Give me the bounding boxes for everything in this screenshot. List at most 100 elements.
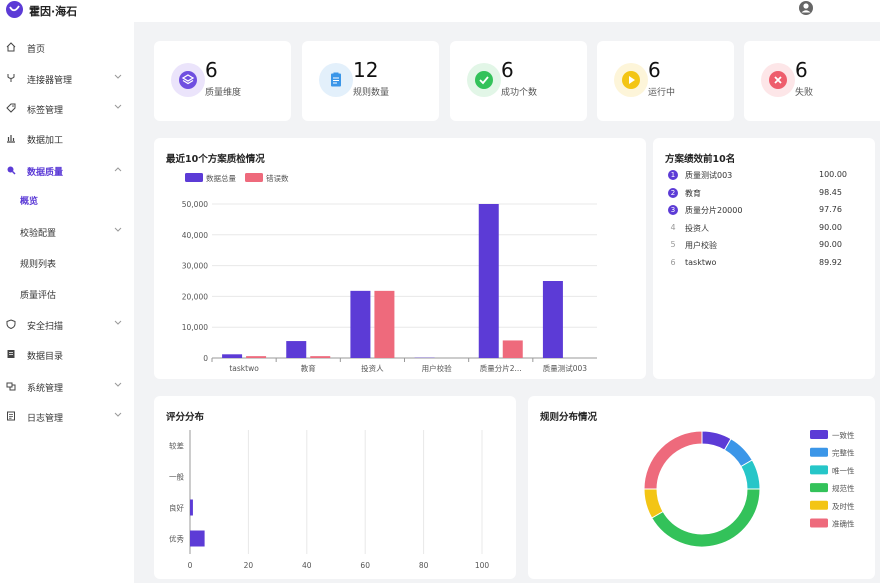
sidebar: 首页 连接器管理 标签管理 数据加工 数据质量 概览 校验配置 规则列表 质量评… [0, 22, 134, 583]
rank-score: 97.76 [819, 205, 842, 214]
sidebar-subitem-label: 概览 [20, 197, 39, 207]
stat-card-dimensions: 6 质量维度 [154, 41, 291, 121]
sidebar-item-data-quality[interactable]: 数据质量 [0, 159, 134, 181]
sidebar-subitem-validation-config[interactable]: 校验配置 [0, 220, 134, 242]
x-tick-label: 质量分片2... [480, 363, 522, 373]
chevron-up-icon [114, 167, 122, 172]
sidebar-subitem-quality-assessment[interactable]: 质量评估 [0, 282, 134, 304]
legend-swatch [810, 483, 828, 493]
legend-label-errors: 错误数 [266, 173, 289, 183]
rank-badge: 2 [668, 187, 678, 198]
sidebar-item-data-catalog[interactable]: 数据目录 [0, 343, 134, 365]
logo-icon[interactable] [6, 1, 23, 18]
stat-icon-bg [761, 63, 795, 97]
stat-icon-bg [614, 63, 648, 97]
rank-badge: 5 [670, 240, 676, 249]
sidebar-item-label: 数据目录 [27, 352, 64, 362]
sidebar-subitem-rule-list[interactable]: 规则列表 [0, 251, 134, 273]
stat-label: 失败 [795, 88, 814, 98]
stat-card-failed: 6 失败 [744, 41, 880, 121]
rank-badge: 3 [668, 205, 678, 215]
chevron-down-icon [114, 227, 122, 232]
quality-bar-chart: 数据总量 错误数 0 10,000 20,000 30,000 40,000 50,000… [182, 173, 597, 373]
y-tick-label: 较差 [169, 441, 184, 451]
ranking-card: 方案绩效前10名 1 质量测试003 100.00 2 教育 98.45 3 质量分片2000… [653, 138, 875, 379]
stat-card-rules: 12 规则数量 [302, 41, 439, 121]
tag-icon [6, 103, 16, 113]
bar-total[interactable] [286, 341, 307, 358]
legend-swatch [810, 430, 828, 439]
ranking-row: 5 用户校验 90.00 [653, 240, 875, 254]
ranking-row: 2 教育 98.45 [653, 187, 875, 202]
stat-card-running: 6 运行中 [597, 41, 734, 121]
bar-errors[interactable] [374, 290, 395, 358]
chevron-down-icon [114, 382, 122, 387]
sidebar-item-tags[interactable]: 标签管理 [0, 97, 134, 119]
donut-slice[interactable] [643, 430, 703, 490]
bar-errors[interactable] [246, 356, 267, 358]
plug-icon [7, 74, 15, 82]
card-title: 方案绩效前10名 [665, 154, 736, 165]
stat-value: 6 [501, 58, 514, 82]
bar-errors[interactable] [310, 356, 331, 358]
x-tick-label: 质量测试003 [543, 363, 588, 373]
log-icon [7, 411, 15, 421]
bar-total[interactable] [542, 281, 563, 358]
donut-slice[interactable] [651, 488, 761, 548]
sidebar-item-label: 数据质量 [27, 168, 64, 178]
stat-label: 成功个数 [501, 88, 538, 98]
sidebar-item-label: 日志管理 [27, 414, 64, 424]
sidebar-item-system[interactable]: 系统管理 [0, 375, 134, 397]
play-icon [622, 71, 640, 89]
rank-score: 89.92 [819, 257, 842, 267]
stat-label: 规则数量 [353, 88, 390, 98]
sidebar-subitem-overview[interactable]: 概览 [0, 188, 134, 210]
shield-icon [6, 319, 16, 329]
rank-name: 质量分片20000 [685, 206, 743, 215]
sidebar-item-label: 首页 [27, 45, 46, 55]
sidebar-item-security-scan[interactable]: 安全扫描 [0, 313, 134, 335]
stat-value: 6 [648, 58, 661, 82]
donut-slice[interactable] [643, 488, 664, 519]
bar-errors[interactable] [502, 340, 523, 358]
y-tick-label: 一般 [169, 472, 184, 482]
x-tick-label: 20 [244, 561, 254, 570]
y-tick-label: 50,000 [182, 200, 208, 209]
x-tick-label: 80 [419, 561, 429, 570]
sidebar-item-data-processing[interactable]: 数据加工 [0, 127, 134, 149]
legend-label-total: 数据总量 [206, 173, 236, 183]
rank-name: 质量测试003 [685, 171, 733, 180]
bar-total[interactable] [222, 354, 243, 358]
rules-donut-chart: 一致性完整性唯一性规范性及时性准确性 [643, 430, 855, 548]
sidebar-item-home[interactable]: 首页 [0, 36, 134, 58]
stat-value: 6 [205, 58, 218, 82]
score-bar-chart: 0 20 40 60 80 100 较差一般良好优秀 [169, 430, 489, 570]
quality-icon [7, 166, 16, 175]
home-icon [6, 42, 16, 52]
chevron-down-icon [114, 74, 122, 79]
user-avatar-icon[interactable] [798, 0, 814, 16]
y-tick-label: 0 [203, 354, 208, 363]
score-bar[interactable] [190, 499, 193, 516]
ranking-row: 1 质量测试003 100.00 [653, 170, 875, 184]
bar-total[interactable] [350, 290, 371, 358]
sidebar-item-logs[interactable]: 日志管理 [0, 405, 134, 427]
y-tick-label: 10,000 [182, 323, 208, 332]
rank-name: 投资人 [685, 223, 709, 233]
stat-value: 12 [353, 58, 379, 82]
score-bar[interactable] [190, 530, 205, 547]
sidebar-item-label: 标签管理 [27, 106, 64, 116]
legend-swatch [810, 518, 828, 528]
legend-label: 规范性 [832, 483, 855, 493]
y-tick-label: 40,000 [182, 231, 208, 240]
x-tick-label: 教育 [301, 363, 316, 373]
x-tick-label: 0 [188, 561, 193, 570]
top-bar: 霍因·海石 [0, 0, 880, 22]
y-tick-label: 优秀 [169, 534, 184, 544]
donut-slice[interactable] [740, 459, 761, 490]
stat-card-success: 6 成功个数 [450, 41, 587, 121]
legend-label: 及时性 [832, 501, 855, 511]
rank-name: tasktwo [685, 257, 717, 267]
bar-total[interactable] [478, 204, 499, 358]
sidebar-item-connectors[interactable]: 连接器管理 [0, 67, 134, 89]
